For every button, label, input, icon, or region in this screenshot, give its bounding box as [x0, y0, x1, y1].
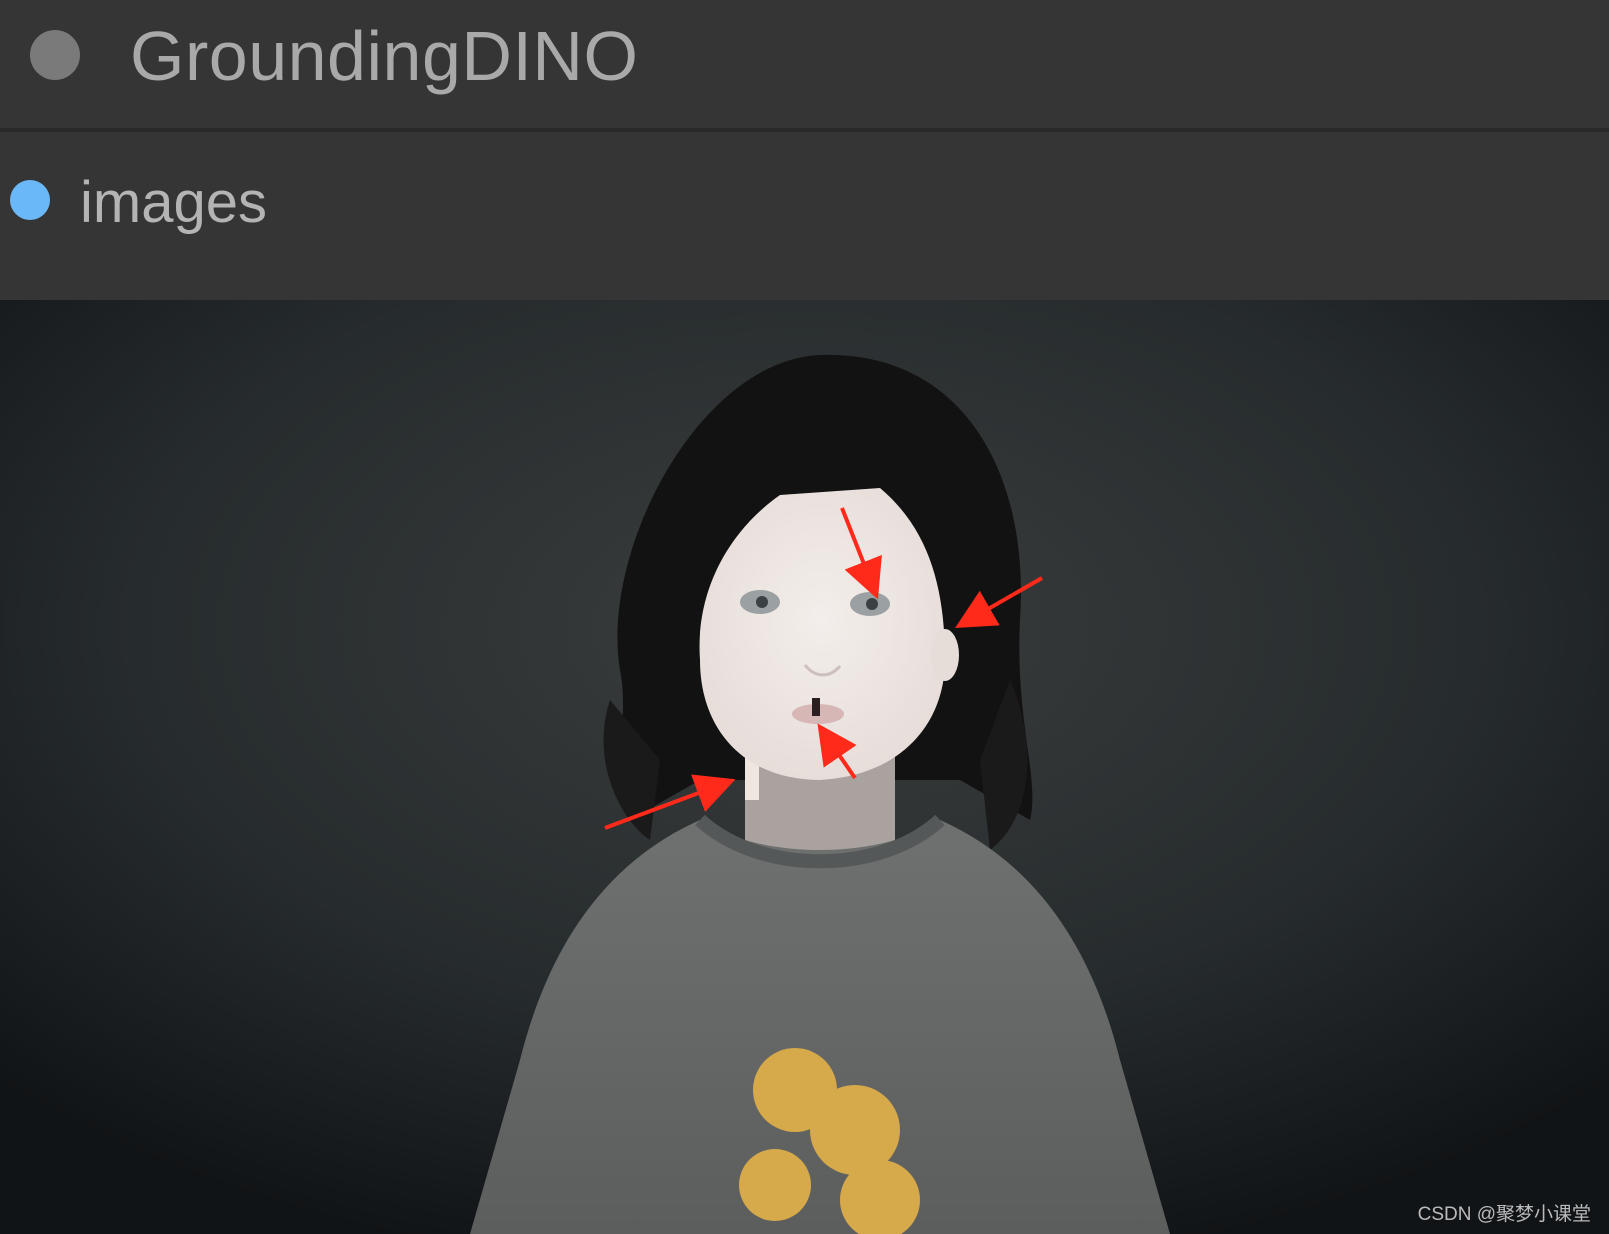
node-collapse-toggle[interactable] [30, 30, 80, 80]
watermark: CSDN @聚梦小课堂 [1417, 1204, 1591, 1225]
output-slot-label: images [80, 170, 267, 235]
comfyui-node: GroundingDINO images CSDN @聚梦小课堂 [0, 0, 1609, 1234]
image-preview: CSDN @聚梦小课堂 [0, 300, 1609, 1234]
node-header[interactable]: GroundingDINO [0, 0, 1609, 132]
node-title: GroundingDINO [130, 17, 639, 95]
preview-image [0, 300, 1609, 1234]
output-slot-row: images [0, 132, 1609, 300]
output-slot-connector[interactable] [10, 180, 50, 220]
